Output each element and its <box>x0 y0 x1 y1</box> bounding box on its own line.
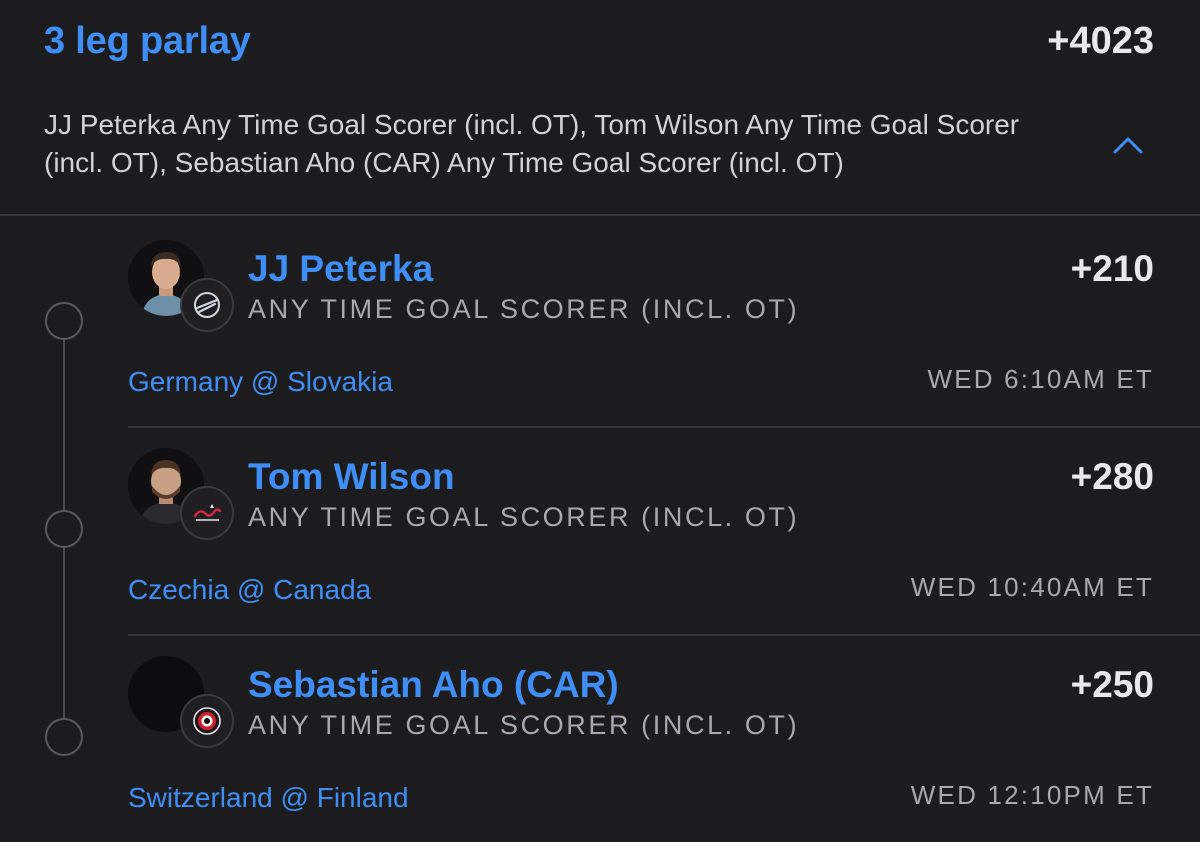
market-label: ANY TIME GOAL SCORER (INCL. OT) <box>248 294 800 324</box>
hurricanes-logo-icon <box>180 694 234 748</box>
timeline-dot <box>45 718 83 756</box>
market-label: ANY TIME GOAL SCORER (INCL. OT) <box>248 710 800 740</box>
leg-odds: +280 <box>1070 456 1154 497</box>
parlay-description: JJ Peterka Any Time Goal Scorer (incl. O… <box>44 109 1020 178</box>
parlay-title: 3 leg parlay <box>44 20 251 62</box>
parlay-odds: +4023 <box>1047 20 1154 62</box>
matchup-link[interactable]: Germany @ Slovakia <box>128 366 393 398</box>
leg-item[interactable]: JJ Peterka +210 ANY TIME GOAL SCORER (IN… <box>128 218 1200 426</box>
player-name: Tom Wilson <box>248 456 455 497</box>
parlay-header[interactable]: 3 leg parlay +4023 JJ Peterka Any Time G… <box>0 0 1200 216</box>
market-label: ANY TIME GOAL SCORER (INCL. OT) <box>248 502 800 532</box>
capitals-logo-icon <box>180 486 234 540</box>
player-name: Sebastian Aho (CAR) <box>248 664 619 705</box>
leg-item[interactable]: Tom Wilson +280 ANY TIME GOAL SCORER (IN… <box>128 426 1200 634</box>
collapse-button[interactable] <box>1106 128 1150 162</box>
timeline-dot <box>45 302 83 340</box>
chevron-up-icon <box>1113 137 1143 154</box>
game-time: WED 6:10AM ET <box>927 364 1154 394</box>
game-time: WED 12:10PM ET <box>910 780 1154 810</box>
timeline-dot <box>45 510 83 548</box>
parlay-legs: JJ Peterka +210 ANY TIME GOAL SCORER (IN… <box>0 218 1200 825</box>
leg-item[interactable]: Sebastian Aho (CAR) +250 ANY TIME GOAL S… <box>128 634 1200 842</box>
matchup-link[interactable]: Czechia @ Canada <box>128 574 371 606</box>
player-name: JJ Peterka <box>248 248 434 289</box>
sabres-logo-icon <box>180 278 234 332</box>
divider <box>128 634 1200 636</box>
leg-odds: +250 <box>1070 664 1154 705</box>
divider <box>128 426 1200 428</box>
game-time: WED 10:40AM ET <box>910 572 1154 602</box>
leg-odds: +210 <box>1070 248 1154 289</box>
matchup-link[interactable]: Switzerland @ Finland <box>128 782 409 814</box>
